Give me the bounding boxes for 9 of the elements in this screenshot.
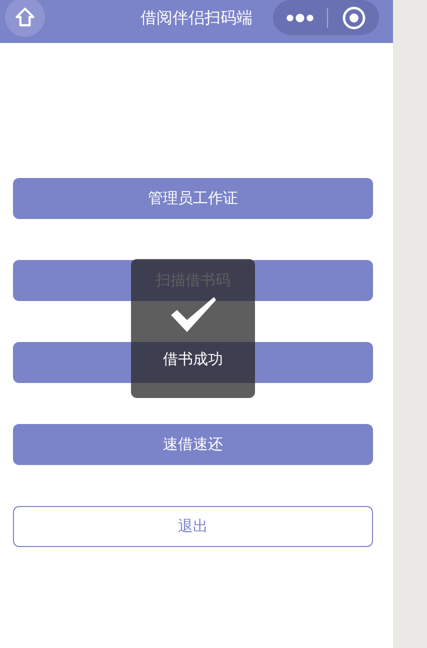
toast-message: 借书成功 (163, 349, 223, 370)
page-title: 借阅伴侣扫码端 (140, 6, 252, 28)
exit-button[interactable]: 退出 (13, 506, 373, 547)
close-icon[interactable] (342, 6, 366, 30)
home-icon (14, 6, 36, 28)
action-button[interactable]: 管理员工作证 (13, 178, 373, 219)
action-button[interactable]: 速借速还 (13, 424, 373, 465)
home-button[interactable] (5, 0, 45, 37)
more-icon[interactable] (285, 12, 315, 22)
